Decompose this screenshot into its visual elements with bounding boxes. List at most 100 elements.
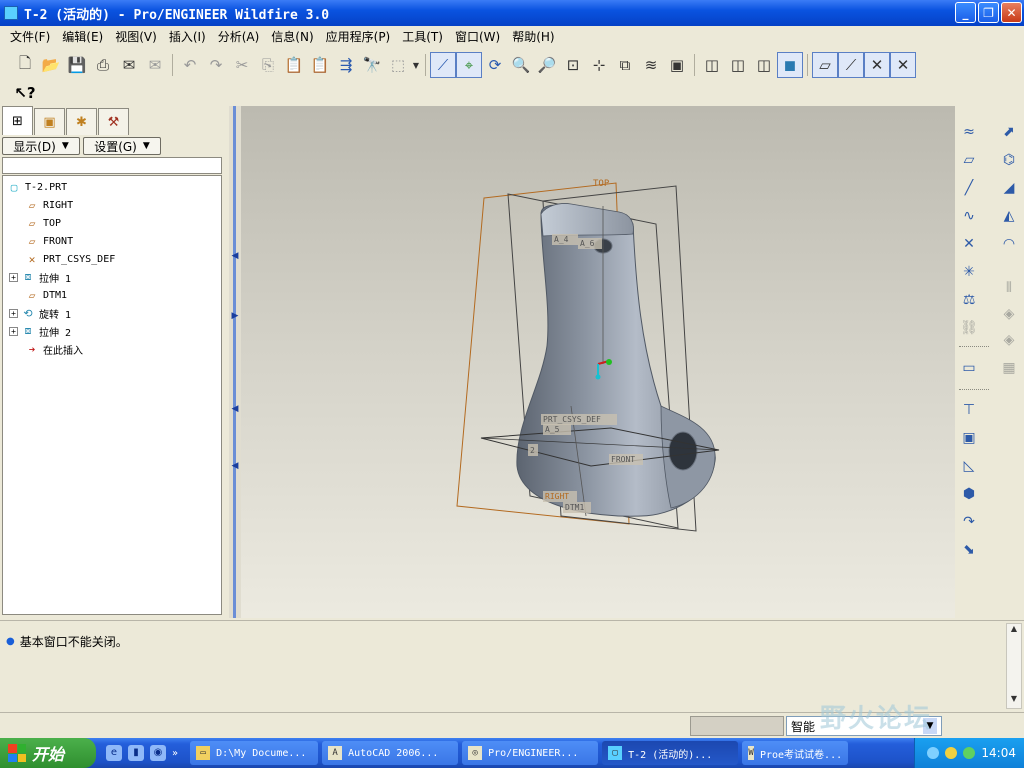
- top-flange-face[interactable]: [540, 203, 634, 237]
- find-icon[interactable]: 🔭: [359, 52, 385, 78]
- minimize-button[interactable]: _: [955, 2, 976, 23]
- tree-filter-field[interactable]: [2, 157, 222, 174]
- more-icon[interactable]: »: [172, 748, 178, 759]
- round-icon[interactable]: ◠: [997, 232, 1021, 256]
- print-icon[interactable]: ⎙: [90, 52, 116, 78]
- rib-icon[interactable]: ◢: [997, 176, 1021, 200]
- zoom-out-icon[interactable]: 🔎: [534, 52, 560, 78]
- bottom-hole[interactable]: [668, 431, 698, 471]
- axis-2-tag[interactable]: 2: [530, 446, 535, 455]
- scroll-up-icon[interactable]: ▲: [1007, 624, 1021, 638]
- tree-item-dtm1[interactable]: ▱ DTM1: [25, 286, 67, 304]
- sketch-tool-icon[interactable]: ▭: [957, 356, 981, 380]
- paste-icon[interactable]: 📋: [281, 52, 307, 78]
- desktop-icon[interactable]: ◉: [150, 745, 166, 761]
- datum-point-display-icon[interactable]: ✕: [864, 52, 890, 78]
- revolve-tool-icon[interactable]: ▣: [957, 426, 981, 450]
- task-autocad[interactable]: A AutoCAD 2006...: [322, 741, 459, 765]
- tree-item-right[interactable]: ▱ RIGHT: [25, 196, 73, 214]
- variable-sweep-icon[interactable]: ◺: [957, 454, 981, 478]
- datum-sketch-icon[interactable]: ≈: [957, 120, 981, 144]
- csys-tool-icon[interactable]: ✳: [957, 260, 981, 284]
- ie-icon[interactable]: e: [106, 745, 122, 761]
- show-dropdown[interactable]: 显示(D) ▼: [2, 137, 80, 155]
- axis-a4-tag[interactable]: A_4: [554, 235, 569, 244]
- right-plane-tag[interactable]: RIGHT: [545, 492, 569, 501]
- media-player-icon[interactable]: ▮: [128, 745, 144, 761]
- connections-tab[interactable]: ⚒: [98, 108, 129, 135]
- security-icon[interactable]: [945, 747, 958, 759]
- menu-view[interactable]: 视图(V): [109, 28, 163, 45]
- menu-applications[interactable]: 应用程序(P): [320, 28, 397, 45]
- layers-icon[interactable]: ≋: [638, 52, 664, 78]
- dtm1-plane-tag[interactable]: DTM1: [565, 503, 584, 512]
- selection-box-icon[interactable]: ⬚: [385, 52, 411, 78]
- spin-center-icon[interactable]: ⌖: [456, 52, 482, 78]
- grid-icon[interactable]: ▦: [997, 356, 1021, 380]
- tree-item-extrude-1[interactable]: + ⧈ 拉伸 1: [9, 268, 71, 286]
- hidden-line-icon[interactable]: ◫: [725, 52, 751, 78]
- message-scrollbar[interactable]: ▲ ▼: [1006, 623, 1022, 709]
- menu-tools[interactable]: 工具(T): [396, 28, 449, 45]
- pattern-icon[interactable]: ◈: [997, 328, 1021, 352]
- tree-item-part[interactable]: ▢ T-2.PRT: [7, 178, 67, 196]
- menu-edit[interactable]: 编辑(E): [56, 28, 109, 45]
- send-mail-icon[interactable]: ✉: [116, 52, 142, 78]
- paste-special-icon[interactable]: 📋: [307, 52, 333, 78]
- model-viewport[interactable]: TOP A_4 A_6 PRT_CSYS_DEF A_5 2 FRONT RIG…: [241, 106, 955, 618]
- tree-item-revolve-1[interactable]: + ⟲ 旋转 1: [9, 304, 71, 322]
- menu-insert[interactable]: 插入(I): [163, 28, 212, 45]
- start-button[interactable]: 开始: [0, 738, 96, 768]
- csys-display-icon[interactable]: ✕: [890, 52, 916, 78]
- close-button[interactable]: ✕: [1001, 2, 1022, 23]
- top-plane-tag[interactable]: TOP: [593, 179, 610, 189]
- favorites-tab[interactable]: ✱: [66, 108, 97, 135]
- task-proengineer[interactable]: ◎ Pro/ENGINEER...: [462, 741, 599, 765]
- menu-file[interactable]: 文件(F): [4, 28, 56, 45]
- task-t2-active[interactable]: ▢ T-2 (活动的)...: [602, 741, 739, 765]
- expand-icon[interactable]: +: [9, 272, 18, 282]
- context-help-icon[interactable]: ↖?: [12, 80, 38, 106]
- settings-dropdown[interactable]: 设置(G) ▼: [83, 137, 161, 155]
- collapse-arrow-icon[interactable]: ◀: [230, 251, 240, 261]
- menu-analysis[interactable]: 分析(A): [212, 28, 266, 45]
- scroll-down-icon[interactable]: ▼: [1007, 694, 1021, 708]
- folder-browser-tab[interactable]: ▣: [34, 108, 65, 135]
- view-manager-icon[interactable]: ▣: [664, 52, 690, 78]
- expand-icon[interactable]: +: [9, 326, 18, 336]
- menu-window[interactable]: 窗口(W): [449, 28, 506, 45]
- datum-plane-tool-icon[interactable]: ▱: [957, 148, 981, 172]
- new-file-icon[interactable]: 🗋: [12, 52, 38, 78]
- selection-filter-dropdown[interactable]: 智能 ▼: [786, 716, 942, 736]
- task-my-documents[interactable]: ▭ D:\My Docume...: [190, 741, 319, 765]
- selection-dropdown-icon[interactable]: ▼: [411, 52, 421, 78]
- datum-axis-tool-icon[interactable]: ╱: [957, 176, 981, 200]
- blend-icon[interactable]: ⬢: [957, 482, 981, 506]
- restore-button[interactable]: ❐: [978, 2, 999, 23]
- wireframe-icon[interactable]: ◫: [699, 52, 725, 78]
- axis-a6-tag[interactable]: A_6: [580, 239, 595, 248]
- repaint-icon[interactable]: ⟋: [430, 52, 456, 78]
- analysis-feature-icon[interactable]: ⚖: [957, 288, 981, 312]
- save-icon[interactable]: 💾: [64, 52, 90, 78]
- sweep-icon[interactable]: ↷: [957, 510, 981, 534]
- menu-info[interactable]: 信息(N): [265, 28, 319, 45]
- tree-item-top[interactable]: ▱ TOP: [25, 214, 61, 232]
- tree-item-csys[interactable]: ✕ PRT_CSYS_DEF: [25, 250, 116, 268]
- graphics-window[interactable]: TOP A_4 A_6 PRT_CSYS_DEF A_5 2 FRONT RIG…: [241, 106, 955, 618]
- network-icon[interactable]: [963, 747, 976, 759]
- undo-icon[interactable]: ↶: [177, 52, 203, 78]
- collapse-arrow-icon[interactable]: ◀: [230, 461, 240, 471]
- copy-icon[interactable]: ⎘: [255, 52, 281, 78]
- expand-icon[interactable]: +: [9, 308, 18, 318]
- regenerate-icon[interactable]: ⇶: [333, 52, 359, 78]
- draft-icon[interactable]: ◭: [997, 204, 1021, 228]
- tree-item-insert-here[interactable]: ➔ 在此插入: [25, 340, 83, 358]
- menu-help[interactable]: 帮助(H): [506, 28, 560, 45]
- open-folder-icon[interactable]: 📂: [38, 52, 64, 78]
- refit-icon[interactable]: ⊡: [560, 52, 586, 78]
- tree-item-front[interactable]: ▱ FRONT: [25, 232, 73, 250]
- merge-icon[interactable]: ◈: [997, 302, 1021, 326]
- panel-splitter[interactable]: ◀ ▶ ◀ ◀: [229, 106, 241, 618]
- extrude-tool-icon[interactable]: ⊤: [957, 398, 981, 422]
